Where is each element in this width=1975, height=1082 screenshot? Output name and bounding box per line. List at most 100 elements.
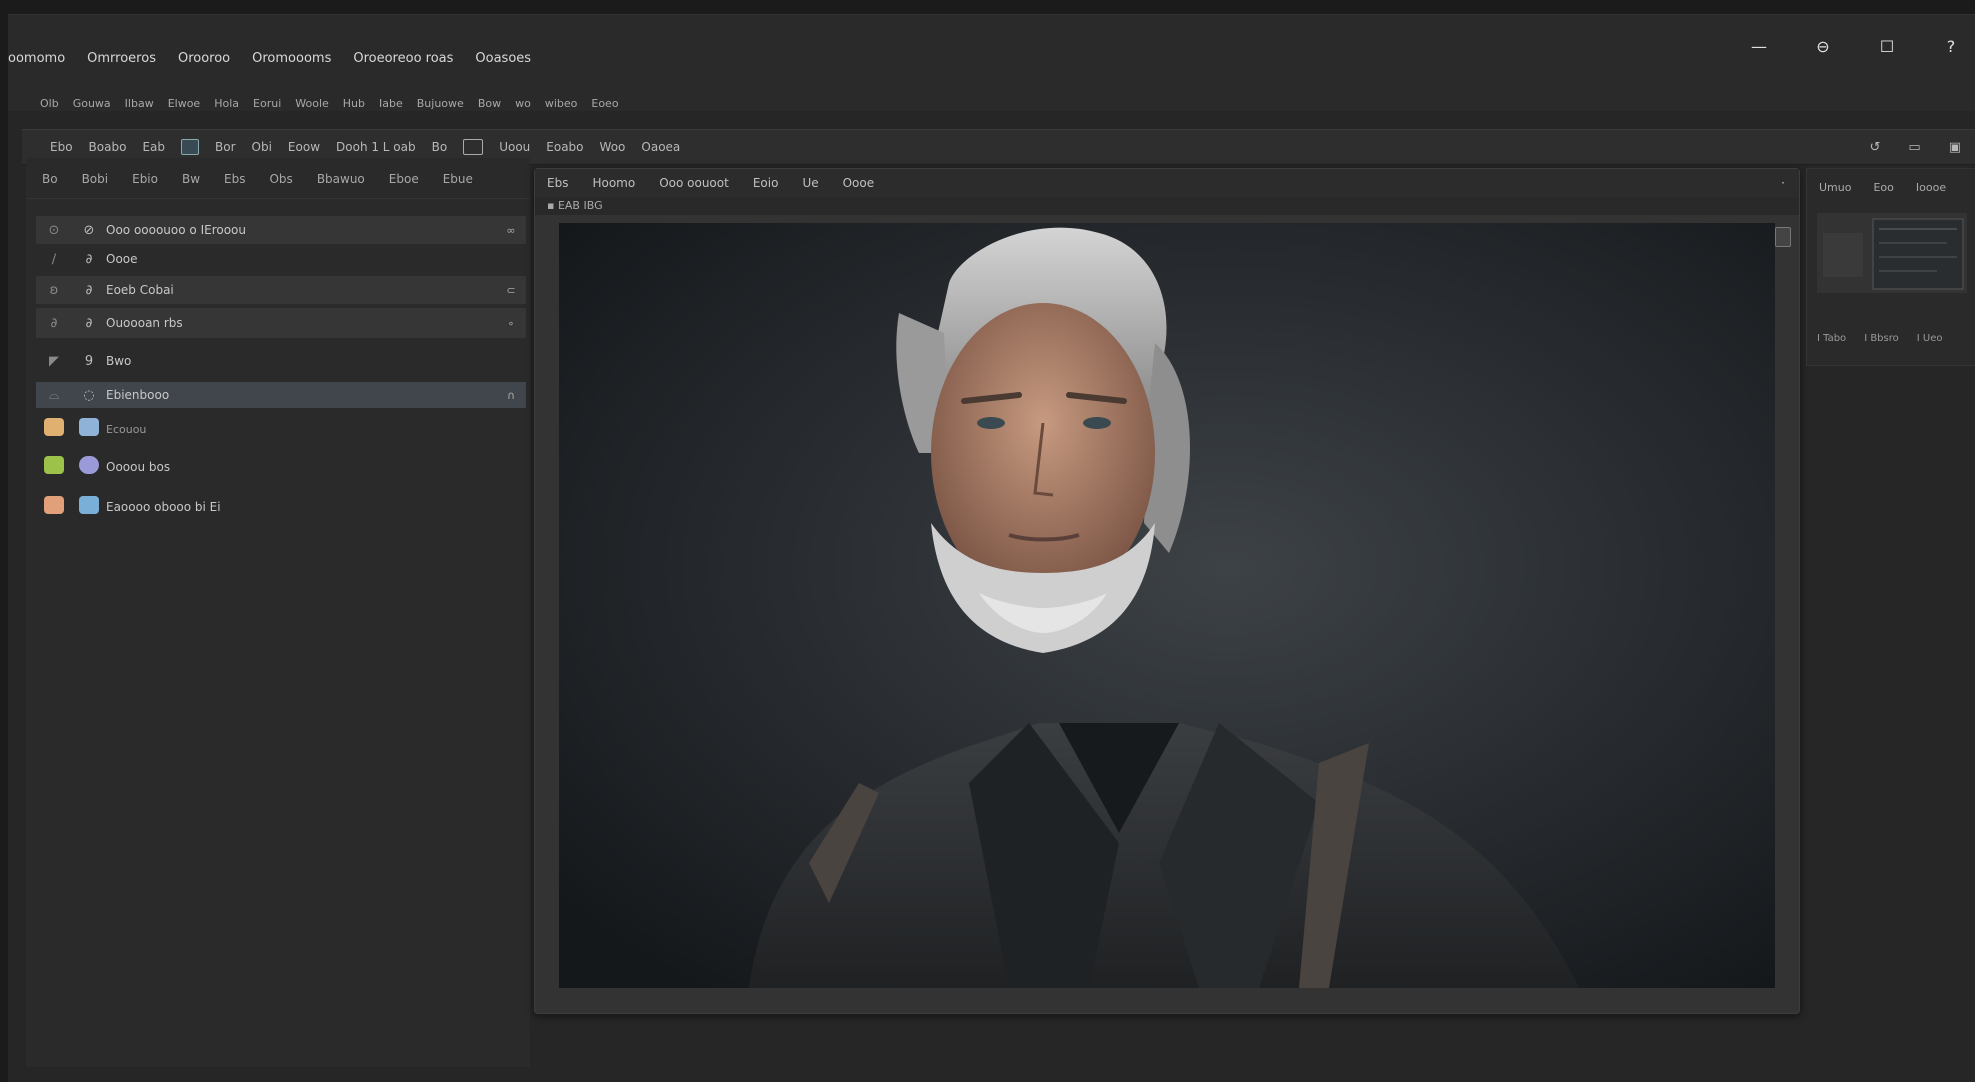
toolbar-right: ↺ ▭ ▣: [1870, 130, 1962, 164]
visibility-icon[interactable]: ∂: [36, 316, 72, 331]
tab-close-icon[interactable]: ·: [1781, 176, 1799, 190]
menu-item[interactable]: Ooasoes: [475, 51, 531, 66]
layer-thumbnail-icon: [79, 456, 99, 474]
panel-tab[interactable]: Ebio: [132, 172, 158, 198]
navigator-preview[interactable]: [1817, 213, 1967, 293]
navigator-tab[interactable]: Eoo: [1873, 181, 1893, 194]
main-menu: oomomo Omrroeros Orooroo Oromoooms Oroeo…: [8, 51, 531, 66]
sub-menu-item[interactable]: wibeo: [545, 97, 578, 110]
layer-row[interactable]: ʚ ∂ Eoeb Cobai ⊂: [36, 276, 526, 304]
visibility-icon[interactable]: ʚ: [36, 283, 72, 298]
navigator-footer-item: I Tabo: [1817, 333, 1847, 344]
navigator-tab[interactable]: Umuo: [1819, 181, 1851, 194]
document-tab[interactable]: Ebs: [547, 176, 568, 190]
panel-tab[interactable]: Ebue: [443, 172, 473, 198]
file-icon: ▪: [547, 199, 558, 212]
navigator-footer: I Tabo I Bbsro I Ueo: [1817, 333, 1942, 344]
link-icon[interactable]: ⊂: [496, 284, 526, 297]
link-icon[interactable]: ∘: [496, 317, 526, 330]
document-tab[interactable]: Hoomo: [592, 176, 635, 190]
menu-item[interactable]: Omrroeros: [87, 51, 156, 66]
toolbar-button[interactable]: Ebo: [50, 140, 73, 154]
sub-menu-item[interactable]: Elwoe: [168, 97, 201, 110]
visibility-icon[interactable]: ◤: [36, 354, 72, 369]
maximize-icon[interactable]: ☐: [1877, 37, 1897, 56]
layer-name: Ebienbooo: [106, 388, 170, 402]
layer-type-icon: 9: [84, 353, 94, 369]
sub-menu-item[interactable]: Eorui: [253, 97, 281, 110]
layer-type-icon: ∂: [85, 251, 93, 267]
layer-type-icon: ◌: [83, 387, 95, 403]
toolbar-button[interactable]: Obi: [252, 140, 272, 154]
menu-item[interactable]: Orooroo: [178, 51, 230, 66]
document-tab[interactable]: Ue: [802, 176, 818, 190]
panel-icon[interactable]: ▭: [1908, 140, 1920, 155]
sub-menu-item[interactable]: Iabe: [379, 97, 403, 110]
sub-menu-item[interactable]: Bujuowe: [417, 97, 464, 110]
layer-row[interactable]: ⊙ ⊘ Ooo oooouoo o IErooou ∞: [36, 216, 526, 244]
sub-menu-item[interactable]: wo: [515, 97, 531, 110]
layer-type-icon: ⊘: [83, 222, 95, 238]
layer-row[interactable]: Eaoooo obooo bi Ei: [36, 492, 526, 522]
scrollbar-thumb[interactable]: [1775, 227, 1791, 247]
sub-menu-item[interactable]: Olb: [40, 97, 59, 110]
panel-tab[interactable]: Bw: [182, 172, 200, 198]
sub-menu-item[interactable]: Ilbaw: [125, 97, 154, 110]
restore-icon[interactable]: ⊖: [1813, 37, 1833, 56]
toolbar-button[interactable]: Dooh 1 L oab: [336, 140, 416, 154]
sub-menu-item[interactable]: Gouwa: [73, 97, 111, 110]
panel-tab[interactable]: Ebs: [224, 172, 245, 198]
panel-tab[interactable]: Eboe: [389, 172, 419, 198]
sub-menu-item[interactable]: Bow: [478, 97, 501, 110]
toolbar-button[interactable]: Bor: [215, 140, 236, 154]
layer-row[interactable]: ◤ 9 Bwo: [36, 346, 526, 376]
menu-item[interactable]: Oromoooms: [252, 51, 331, 66]
layer-thumbnail-icon: [44, 496, 64, 514]
layer-row[interactable]: ∕ ∂ Oooe: [36, 246, 526, 272]
layer-row-selected[interactable]: ⌓ ◌ Ebienbooo ∩: [36, 382, 526, 408]
link-icon[interactable]: ∩: [496, 389, 526, 402]
sub-menu-item[interactable]: Hub: [343, 97, 365, 110]
toolbar-button[interactable]: Bo: [432, 140, 448, 154]
toolbar-button[interactable]: Uoou: [499, 140, 530, 154]
document-tab[interactable]: Ooo oouoot: [659, 176, 729, 190]
visibility-icon[interactable]: ⌓: [36, 388, 72, 403]
layer-row[interactable]: Oooou bos: [36, 452, 526, 482]
toolbar-button[interactable]: Oaoea: [641, 140, 680, 154]
frame-icon[interactable]: [463, 139, 484, 155]
layers-panel: Bo Bobi Ebio Bw Ebs Obs Bbawuo Eboe Ebue…: [26, 158, 530, 1067]
toolbar-button[interactable]: Eoabo: [546, 140, 583, 154]
menu-item[interactable]: oomomo: [8, 51, 65, 66]
refresh-icon[interactable]: ↺: [1870, 140, 1881, 155]
image-icon[interactable]: [181, 139, 199, 155]
navigator-footer-item: I Ueo: [1916, 333, 1943, 344]
layer-row[interactable]: Ecouou: [36, 414, 526, 444]
visibility-icon[interactable]: ∕: [36, 252, 72, 267]
document-tab[interactable]: Oooe: [843, 176, 875, 190]
minimize-icon[interactable]: —: [1749, 37, 1769, 56]
help-icon[interactable]: ?: [1941, 37, 1961, 56]
panel-tab[interactable]: Bo: [42, 172, 58, 198]
layer-name: Bwo: [106, 354, 132, 368]
panel-tab[interactable]: Bbawuo: [317, 172, 365, 198]
layer-name: Ooo oooouoo o IErooou: [106, 223, 246, 237]
sub-menu-item[interactable]: Eoeo: [591, 97, 618, 110]
visibility-icon[interactable]: ⊙: [36, 223, 72, 238]
navigator-tab[interactable]: Ioooe: [1916, 181, 1946, 194]
menu-item[interactable]: Oroeoreoo roas: [353, 51, 453, 66]
toolbar-button[interactable]: Eoow: [288, 140, 320, 154]
layer-row[interactable]: ∂ ∂ Ouoooan rbs ∘: [36, 308, 526, 338]
toolbar-button[interactable]: Woo: [600, 140, 626, 154]
layout-icon[interactable]: ▣: [1949, 140, 1961, 155]
panel-tab[interactable]: Bobi: [82, 172, 109, 198]
link-icon[interactable]: ∞: [496, 224, 526, 237]
sub-menu-item[interactable]: Woole: [295, 97, 329, 110]
panel-tab[interactable]: Obs: [269, 172, 292, 198]
layer-name: Eoeb Cobai: [106, 283, 174, 297]
toolbar-button[interactable]: Eab: [142, 140, 165, 154]
sub-menu-item[interactable]: Hola: [214, 97, 239, 110]
toolbar-button[interactable]: Boabo: [89, 140, 127, 154]
window-controls: — ⊖ ☐ ?: [1749, 37, 1975, 56]
portrait-image[interactable]: [559, 223, 1775, 988]
document-tab[interactable]: Eoio: [753, 176, 779, 190]
